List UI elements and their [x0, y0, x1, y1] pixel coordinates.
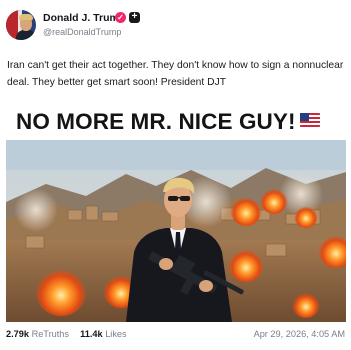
retruths-label[interactable]: ReTruths	[32, 329, 69, 339]
us-flag-icon	[299, 113, 320, 127]
post-header: Donald J. Trump ✓ + @realDonaldTrump	[6, 10, 346, 44]
image-headline: NO MORE MR. NICE GUY!	[6, 106, 346, 138]
author-avatar[interactable]	[6, 10, 36, 40]
author-name[interactable]: Donald J. Trump	[43, 12, 125, 24]
post-timestamp[interactable]: Apr 29, 2026, 4:05 AM	[254, 329, 345, 339]
verified-badge-icon: ✓	[115, 12, 126, 23]
post-image[interactable]: NO MORE MR. NICE GUY!	[6, 100, 346, 322]
image-scene	[6, 140, 346, 322]
retruths-count[interactable]: 2.79k	[6, 329, 29, 339]
likes-label[interactable]: Likes	[105, 329, 126, 339]
follow-plus-icon[interactable]: +	[129, 12, 140, 23]
post-text: Iran can't get their act together. They …	[7, 60, 344, 88]
author-handle[interactable]: @realDonaldTrump	[43, 27, 121, 37]
likes-count[interactable]: 11.4k	[80, 329, 102, 339]
image-headline-text: NO MORE MR. NICE GUY!	[16, 109, 296, 134]
post-stats: 2.79k ReTruths 11.4k Likes	[6, 329, 127, 339]
